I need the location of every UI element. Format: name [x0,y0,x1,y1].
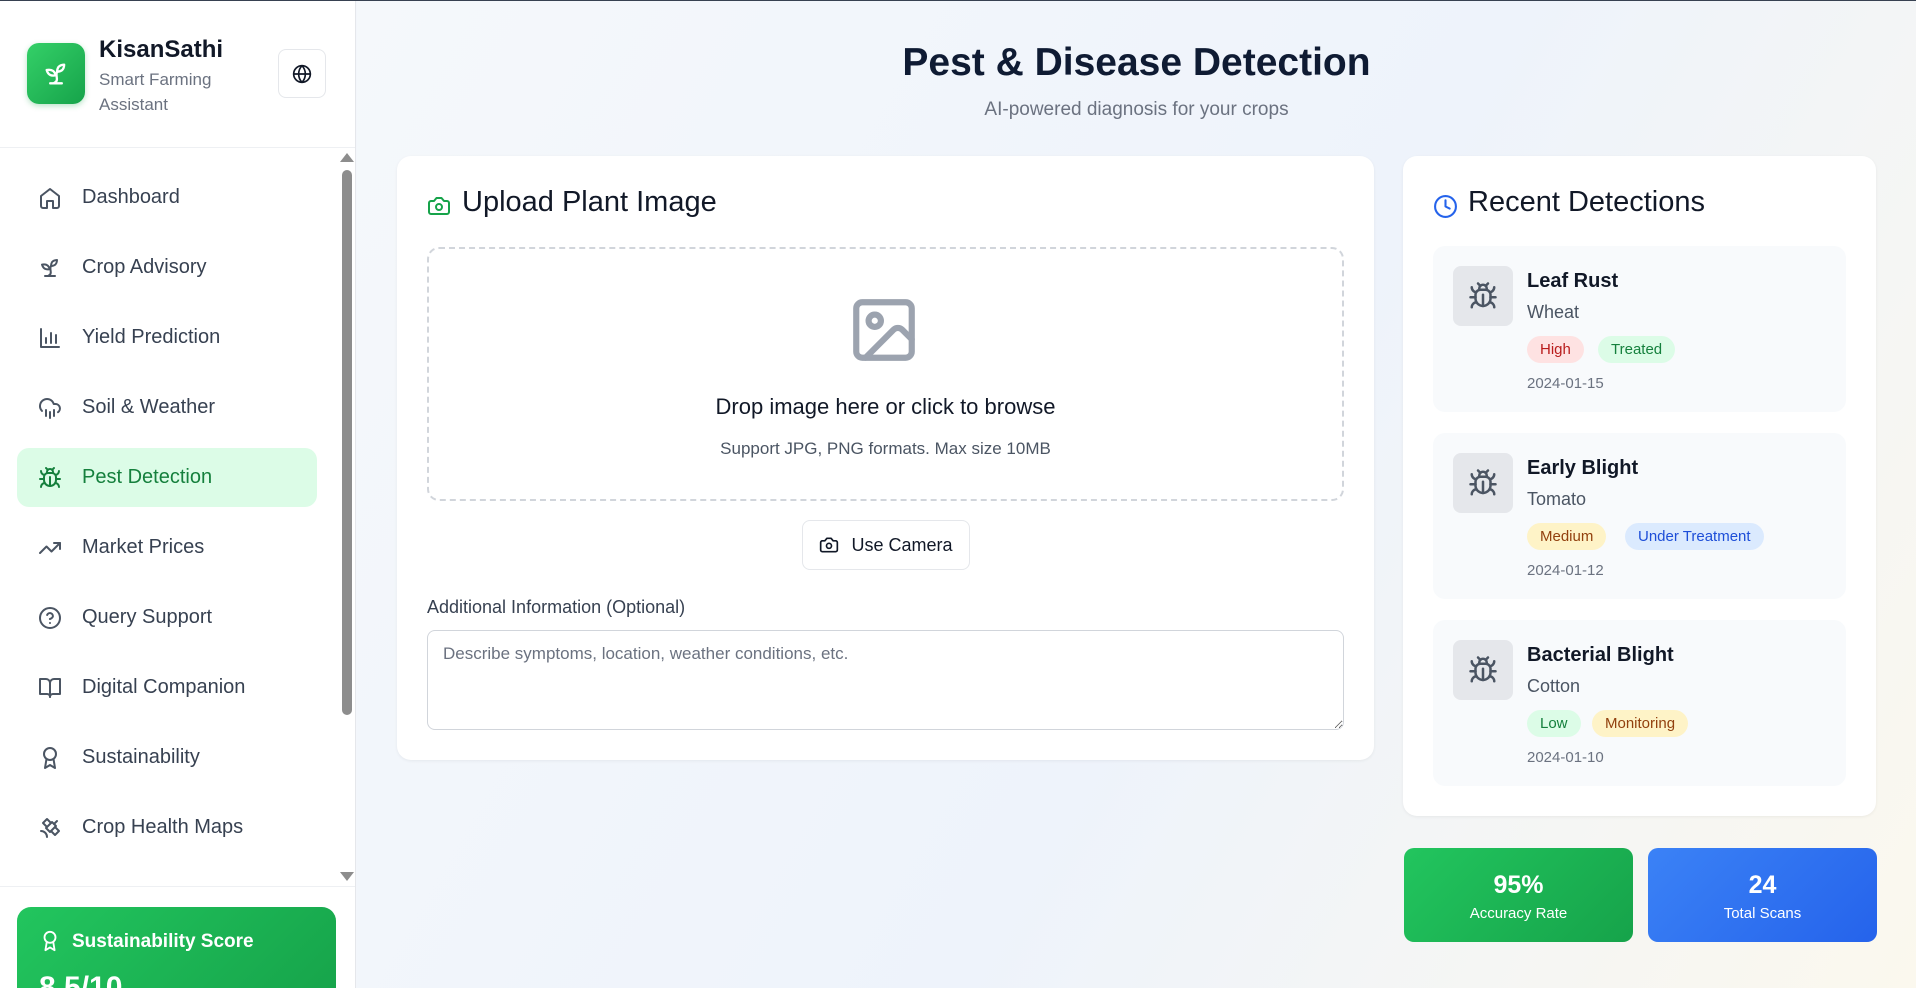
detection-item[interactable]: Bacterial Blight Cotton Low Monitoring 2… [1433,620,1846,786]
camera-icon [819,535,839,555]
brand-subtitle: Smart Farming Assistant [99,70,212,114]
bug-icon [1453,266,1513,326]
page-subtitle: AI-powered diagnosis for your crops [984,99,1289,120]
detection-date: 2024-01-12 [1527,562,1604,579]
sidebar-item-dashboard[interactable]: Dashboard [17,168,317,227]
sprout-logo-icon [45,63,66,85]
detection-name: Leaf Rust [1527,270,1619,292]
sprout-icon [37,255,63,281]
status-badge: Monitoring [1592,710,1689,737]
additional-info-label: Additional Information (Optional) [427,597,686,617]
severity-badge: Medium [1527,523,1607,550]
sidebar-item-sustainability[interactable]: Sustainability [17,728,317,787]
score-value: 8.5/10 [39,971,123,988]
sidebar-item-soil-weather[interactable]: Soil & Weather [17,378,317,437]
camera-icon [427,194,451,223]
sidebar-nav: Dashboard Crop Advisory Yield Prediction… [0,150,355,885]
stat-label: Accuracy Rate [1469,905,1568,922]
app-logo[interactable] [27,43,85,104]
accuracy-rate-stat: 95% Accuracy Rate [1404,848,1633,942]
upload-card-title: Upload Plant Image [462,186,717,218]
clock-icon [1433,194,1458,224]
status-badge: Under Treatment [1625,523,1764,550]
sidebar-item-yield-prediction[interactable]: Yield Prediction [17,308,317,367]
sidebar-item-label: Crop Health Maps [82,816,244,838]
award-icon [39,930,61,957]
severity-badge: High [1527,336,1584,363]
sidebar-item-label: Pest Detection [82,466,213,488]
sidebar: KisanSathi Smart Farming Assistant Dashb… [0,0,356,988]
sidebar-item-query-support[interactable]: Query Support [17,588,317,647]
bar-chart-icon [37,325,63,351]
detection-crop: Tomato [1527,489,1587,509]
trending-up-icon [37,535,63,561]
recent-detections-card: Recent Detections Leaf Rust Wheat High T… [1403,156,1876,816]
detection-name: Early Blight [1527,457,1639,479]
sidebar-item-crop-health-maps[interactable]: Crop Health Maps [17,798,317,857]
satellite-icon [37,815,63,841]
sustainability-score-card[interactable]: Sustainability Score 8.5/10 [17,907,336,988]
scrollbar-thumb[interactable] [342,170,352,715]
severity-badge: Low [1527,710,1581,737]
dropzone-title: Drop image here or click to browse [715,394,1056,419]
recent-detections-title: Recent Detections [1468,186,1705,218]
stat-value: 24 [1748,871,1777,899]
bug-icon [1453,453,1513,513]
cloud-rain-icon [37,395,63,421]
total-scans-stat: 24 Total Scans [1648,848,1877,942]
image-dropzone[interactable]: Drop image here or click to browse Suppo… [427,247,1344,501]
sidebar-item-label: Dashboard [82,186,180,208]
detection-name: Bacterial Blight [1527,644,1674,666]
brand-name: KisanSathi [99,36,224,63]
sidebar-item-label: Soil & Weather [82,396,216,418]
bug-icon [37,465,63,491]
status-badge: Treated [1598,336,1676,363]
divider [0,886,355,887]
sidebar-item-digital-companion[interactable]: Digital Companion [17,658,317,717]
window-top-border [0,0,1916,1]
stat-label: Total Scans [1723,905,1802,922]
sidebar-header: KisanSathi Smart Farming Assistant [0,0,355,148]
sidebar-item-market-prices[interactable]: Market Prices [17,518,317,577]
sidebar-item-label: Sustainability [82,746,200,768]
main-content: Pest & Disease Detection AI-powered diag… [357,0,1916,988]
sidebar-item-label: Market Prices [82,536,205,558]
scroll-up-arrow[interactable] [340,153,354,162]
sidebar-item-label: Digital Companion [82,676,246,698]
stat-value: 95% [1493,871,1544,899]
use-camera-label: Use Camera [851,534,953,555]
detection-item[interactable]: Early Blight Tomato Medium Under Treatme… [1433,433,1846,599]
book-open-icon [37,675,63,701]
sidebar-item-label: Crop Advisory [82,256,207,278]
detection-date: 2024-01-15 [1527,375,1604,392]
image-icon [847,293,921,372]
sidebar-item-label: Yield Prediction [82,326,221,348]
home-icon [37,185,63,211]
scroll-down-arrow[interactable] [340,872,354,881]
page-title: Pest & Disease Detection [902,41,1371,84]
upload-card: Upload Plant Image Drop image here or cl… [397,156,1374,760]
detection-item[interactable]: Leaf Rust Wheat High Treated 2024-01-15 [1433,246,1846,412]
bug-icon [1453,640,1513,700]
detection-crop: Wheat [1527,302,1580,322]
sidebar-item-crop-advisory[interactable]: Crop Advisory [17,238,317,297]
detection-date: 2024-01-10 [1527,749,1604,766]
language-button[interactable] [278,49,326,98]
sidebar-item-pest-detection[interactable]: Pest Detection [17,448,317,507]
sidebar-item-label: Query Support [82,606,213,628]
additional-info-textarea[interactable] [427,630,1344,730]
detection-crop: Cotton [1527,676,1581,696]
award-icon [37,745,63,771]
score-title: Sustainability Score [72,931,254,952]
use-camera-button[interactable]: Use Camera [802,520,970,570]
globe-icon [292,64,312,83]
dropzone-hint: Support JPG, PNG formats. Max size 10MB [720,439,1051,458]
help-circle-icon [37,605,63,631]
